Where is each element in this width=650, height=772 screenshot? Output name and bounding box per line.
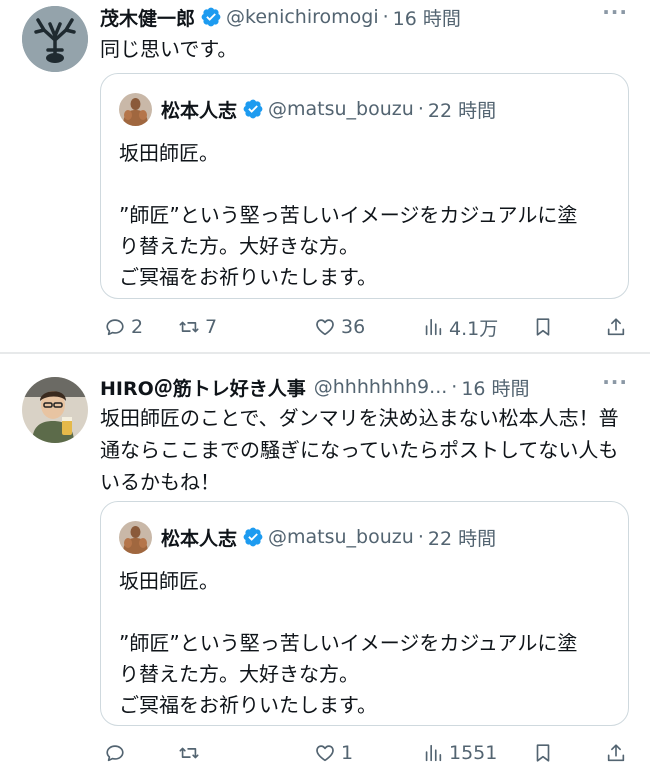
share-button[interactable] <box>605 310 632 344</box>
quote-line: り替えた方。大好きな方。 <box>119 234 359 258</box>
quote-text: 坂田師匠。 ”師匠”という堅っ苦しいイメージをカジュアルに塗 り替えた方。大好き… <box>119 566 614 721</box>
bookmark-button[interactable] <box>532 310 559 344</box>
quote-line: ご冥福をお祈りいたします。 <box>119 265 377 289</box>
author-handle[interactable]: @hhhhhhh9... <box>314 376 448 398</box>
quote-line: ”師匠”という堅っ苦しいイメージをカジュアルに塗 <box>119 203 578 227</box>
heart-icon <box>316 745 334 762</box>
quote-text: 坂田師匠。 ”師匠”という堅っ苦しいイメージをカジュアルに塗 り替えた方。大好き… <box>119 138 614 293</box>
quoted-tweet[interactable]: 松本人志 @matsu_bouzu · 22 時間 坂田師匠。 ”師匠”という堅… <box>100 73 629 299</box>
quote-line <box>119 597 614 628</box>
reply-count: 2 <box>131 316 144 338</box>
verified-badge-icon <box>242 98 264 120</box>
like-count: 1 <box>341 742 354 764</box>
author-name[interactable]: 茂木健一郎 <box>100 4 195 31</box>
bookmark-button[interactable] <box>532 736 559 770</box>
heart-icon <box>316 319 334 336</box>
reply-icon <box>106 319 124 336</box>
views-chart-icon <box>425 318 442 336</box>
quote-avatar-icon <box>119 520 152 554</box>
share-icon <box>607 744 625 762</box>
share-icon <box>607 318 625 336</box>
tweet-header: HIRO＠筋トレ好き人事 @hhhhhhh9... · 16 時間 <box>100 372 632 402</box>
author-handle[interactable]: @kenichiromogi <box>226 6 379 28</box>
quote-header: 松本人志 @matsu_bouzu · 22 時間 <box>119 520 496 554</box>
quote-line: ”師匠”という堅っ苦しいイメージをカジュアルに塗 <box>119 631 578 655</box>
tweet-text: 同じ思いです。 <box>100 37 238 61</box>
quote-author-name[interactable]: 松本人志 <box>161 524 237 551</box>
separator-dot: · <box>382 6 389 28</box>
like-button[interactable]: 36 <box>314 310 365 344</box>
quote-line: 坂田師匠。 <box>119 141 219 165</box>
bookmark-icon <box>536 318 550 336</box>
quote-author-handle[interactable]: @matsu_bouzu <box>268 526 414 548</box>
reply-button[interactable]: 2 <box>104 310 143 344</box>
like-count: 36 <box>341 316 366 338</box>
more-options-button[interactable]: ··· <box>602 370 628 394</box>
quote-timestamp[interactable]: 22 時間 <box>428 524 496 551</box>
like-button[interactable]: 1 <box>314 736 353 770</box>
share-button[interactable] <box>605 736 632 770</box>
verified-badge-icon <box>242 526 264 548</box>
separator-dot: · <box>451 376 458 398</box>
tweet[interactable]: 茂木健一郎 @kenichiromogi · 16 時間 ··· 同じ思いです。… <box>0 0 650 352</box>
views-button[interactable]: 4.1万 <box>422 310 498 344</box>
verified-badge-icon <box>200 6 222 28</box>
quote-author-name[interactable]: 松本人志 <box>161 96 237 123</box>
tweet[interactable]: HIRO＠筋トレ好き人事 @hhhhhhh9... · 16 時間 ··· 坂田… <box>0 354 650 772</box>
views-chart-icon <box>425 744 442 762</box>
retweet-button[interactable]: 7 <box>178 310 217 344</box>
retweet-icon <box>179 747 199 759</box>
reply-button[interactable] <box>104 736 131 770</box>
timestamp[interactable]: 16 時間 <box>393 4 461 31</box>
antler-avatar-icon[interactable] <box>22 6 88 72</box>
tweet-text: 坂田師匠のことで、ダンマリを決め込まない松本人志！普通ならここまでの騒ぎになって… <box>100 406 619 494</box>
quote-line: り替えた方。大好きな方。 <box>119 662 359 686</box>
views-count: 1551 <box>449 742 498 764</box>
separator-dot: · <box>417 98 424 120</box>
tweet-header: 茂木健一郎 @kenichiromogi · 16 時間 <box>100 2 632 32</box>
retweet-button[interactable] <box>178 736 205 770</box>
views-count: 4.1万 <box>449 317 499 340</box>
quote-avatar-icon <box>119 92 152 126</box>
quote-line: 坂田師匠。 <box>119 569 219 593</box>
timestamp[interactable]: 16 時間 <box>461 374 529 401</box>
quote-author-handle[interactable]: @matsu_bouzu <box>268 98 414 120</box>
quote-timestamp[interactable]: 22 時間 <box>428 96 496 123</box>
more-options-button[interactable]: ··· <box>602 0 628 24</box>
bookmark-icon <box>536 744 550 762</box>
author-name[interactable]: HIRO＠筋トレ好き人事 <box>100 374 306 401</box>
quote-line: ご冥福をお祈りいたします。 <box>119 693 377 717</box>
quote-header: 松本人志 @matsu_bouzu · 22 時間 <box>119 92 496 126</box>
retweet-icon <box>179 321 199 333</box>
separator-dot: · <box>417 526 424 548</box>
reply-icon <box>106 745 124 762</box>
views-button[interactable]: 1551 <box>422 736 497 770</box>
action-bar: 2 7 36 4.1万 <box>100 310 630 344</box>
action-bar: 1 1551 <box>100 736 630 770</box>
quoted-tweet[interactable]: 松本人志 @matsu_bouzu · 22 時間 坂田師匠。 ”師匠”という堅… <box>100 501 629 726</box>
quote-line <box>119 169 614 200</box>
retweet-count: 7 <box>205 316 218 338</box>
person-avatar-icon[interactable] <box>22 377 88 443</box>
